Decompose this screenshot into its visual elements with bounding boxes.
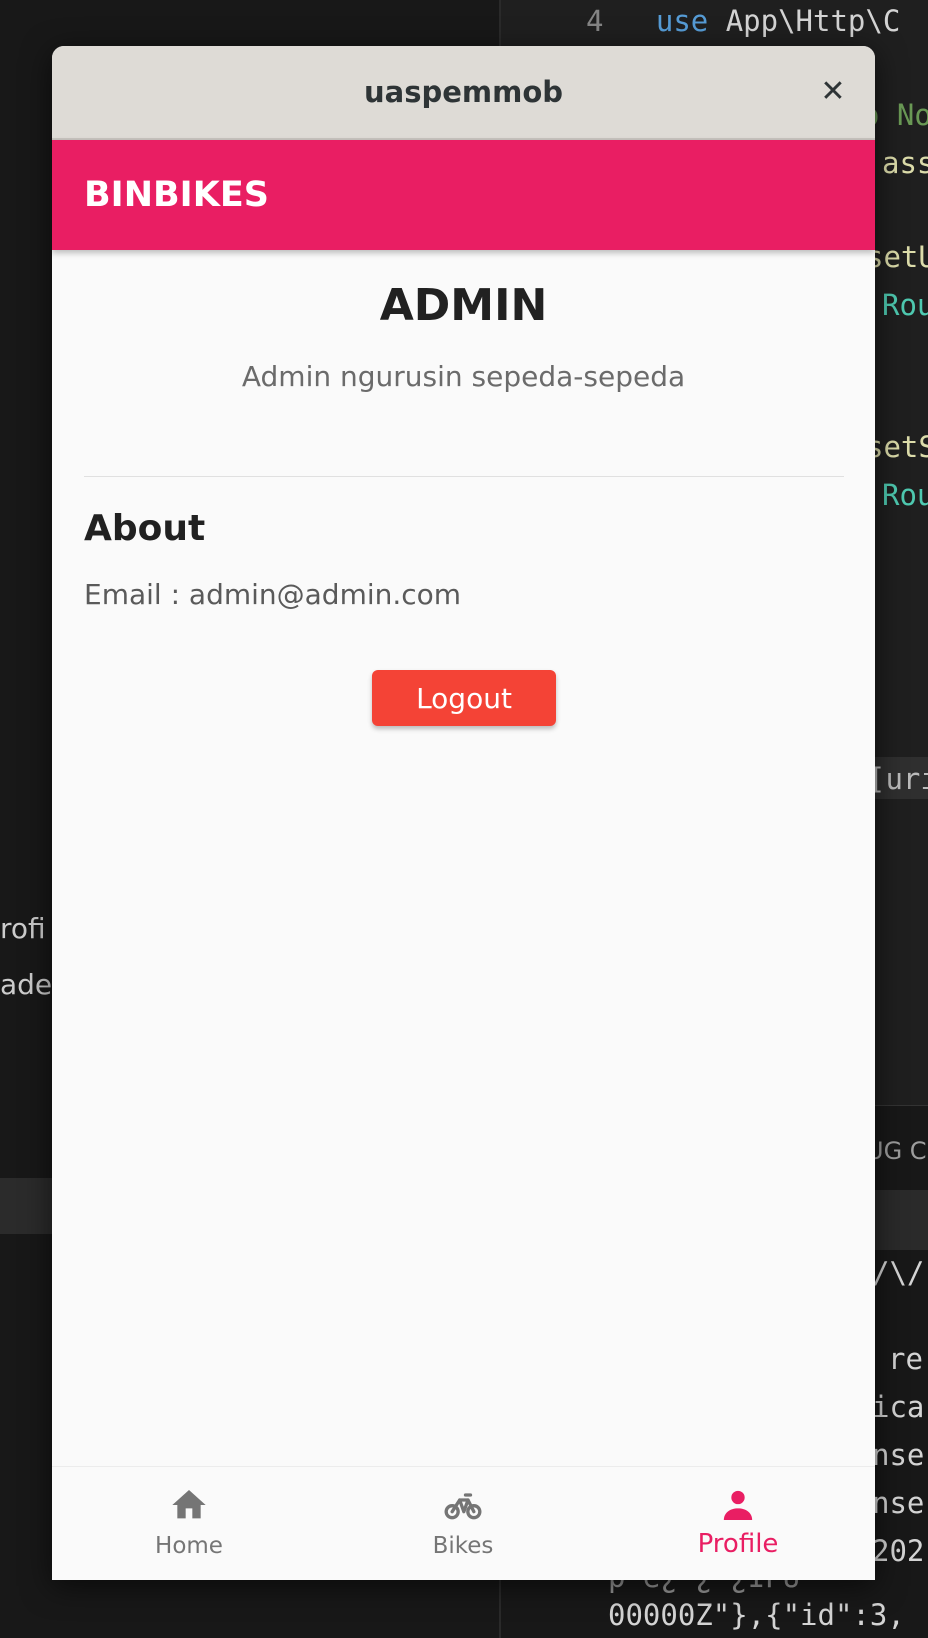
panel-tab-label: UG C (866, 1137, 927, 1165)
profile-name: ADMIN (379, 280, 548, 331)
bike-icon (444, 1493, 482, 1520)
window-titlebar: uaspemmob ✕ (52, 46, 875, 140)
app-bar: BINBIKES (52, 140, 875, 250)
code-line: ass (882, 146, 928, 180)
code-line: Rou (882, 288, 928, 322)
nav-item-home[interactable]: Home (52, 1467, 326, 1580)
window-title: uaspemmob (363, 75, 564, 109)
person-icon (723, 1490, 753, 1520)
nav-label-profile: Profile (697, 1529, 779, 1559)
terminal-line: 00000Z"},{"id":3, (608, 1598, 905, 1632)
bottom-navigation: Home Bikes Profile (52, 1466, 875, 1580)
nav-label-home: Home (155, 1533, 223, 1559)
terminal-line: ica (872, 1390, 925, 1424)
divider (84, 476, 844, 477)
nav-item-bikes[interactable]: Bikes (326, 1467, 600, 1580)
background-text: rofi (0, 912, 46, 945)
app-window: uaspemmob ✕ BINBIKES ADMIN Admin ngurusi… (52, 46, 875, 1580)
code-line: Rou (882, 478, 928, 512)
nav-label-bikes: Bikes (432, 1533, 494, 1559)
close-icon: ✕ (820, 74, 846, 109)
email-text: Email : admin@admin.com (84, 578, 462, 611)
nav-item-profile[interactable]: Profile (601, 1467, 875, 1580)
terminal-line: nse (872, 1486, 925, 1520)
code-line: [uri (868, 762, 928, 796)
logout-button[interactable]: Logout (372, 670, 556, 726)
profile-content: ADMIN Admin ngurusin sepeda-sepeda About… (52, 250, 875, 1450)
code-line: setS (866, 430, 928, 464)
code-line: setU (866, 240, 928, 274)
terminal-line: re (888, 1342, 923, 1376)
terminal-line: /\/ (872, 1256, 925, 1290)
terminal-line: 202 (872, 1534, 925, 1568)
code-line: 4 use App\Http\C (586, 4, 901, 38)
profile-description: Admin ngurusin sepeda-sepeda (241, 360, 686, 393)
close-button[interactable]: ✕ (813, 72, 853, 112)
about-heading: About (84, 508, 206, 549)
terminal-line: nse (872, 1438, 925, 1472)
home-icon (172, 1490, 206, 1519)
app-title: BINBIKES (84, 175, 269, 215)
